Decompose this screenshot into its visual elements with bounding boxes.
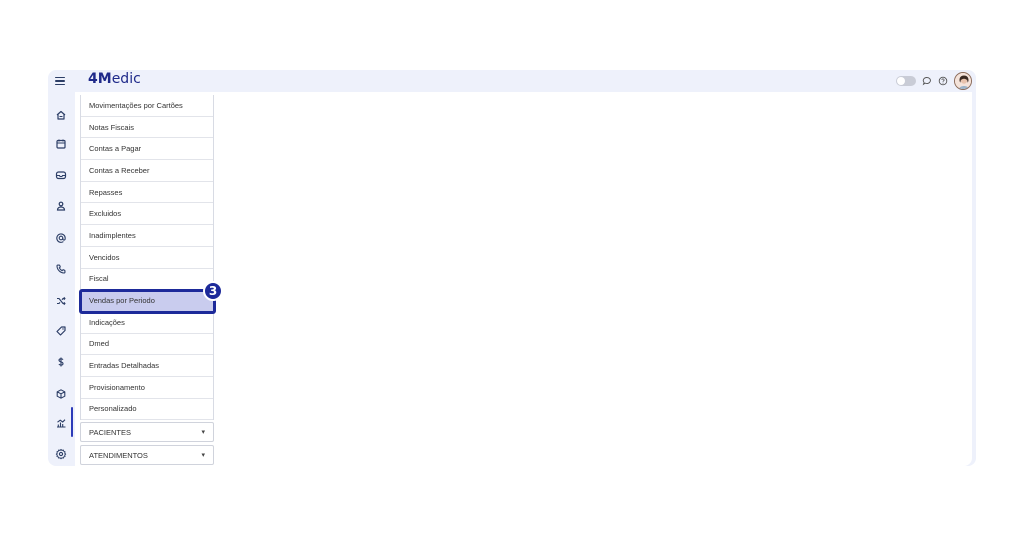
inbox-icon[interactable]	[54, 168, 68, 182]
submenu-item[interactable]: Personalizado	[81, 399, 213, 421]
dropdown-atendimentos[interactable]: ATENDIMENTOS ▾	[80, 445, 214, 465]
submenu-item[interactable]: Vencidos	[81, 247, 213, 269]
submenu-item[interactable]: Fiscal	[81, 269, 213, 291]
submenu-item[interactable]: Excluidos	[81, 203, 213, 226]
submenu-item[interactable]: Inadimplentes	[81, 225, 213, 247]
shuffle-icon[interactable]	[54, 294, 68, 308]
chat-icon[interactable]	[922, 76, 932, 86]
user-avatar[interactable]	[954, 72, 972, 90]
tag-icon[interactable]	[54, 324, 68, 338]
submenu-item[interactable]: Contas a Receber	[81, 160, 213, 182]
logo-prefix: 4M	[88, 71, 112, 87]
chart-icon[interactable]	[54, 416, 68, 430]
reports-submenu: Movimentações por Cartões Notas Fiscais …	[80, 95, 214, 421]
user-icon[interactable]	[54, 199, 68, 213]
home-icon[interactable]	[54, 108, 68, 122]
box-icon[interactable]	[54, 387, 68, 401]
gear-icon[interactable]	[54, 447, 68, 461]
submenu-item[interactable]: Entradas Detalhadas	[81, 355, 213, 377]
step-badge: 3	[203, 281, 223, 301]
submenu-item[interactable]: Movimentações por Cartões	[81, 95, 213, 117]
submenu-item[interactable]: Indicações	[81, 312, 213, 334]
submenu-item[interactable]: Dmed	[81, 334, 213, 356]
submenu-item-selected[interactable]: Vendas por Periodo	[81, 290, 213, 312]
dropdown-label: ATENDIMENTOS	[89, 450, 148, 460]
submenu-item[interactable]: Notas Fiscais	[81, 117, 213, 139]
logo-rest: edic	[111, 71, 141, 87]
top-right-controls	[896, 71, 972, 91]
chevron-down-icon: ▾	[201, 429, 205, 436]
active-indicator	[71, 407, 73, 437]
submenu-item[interactable]: Contas a Pagar	[81, 138, 213, 161]
at-icon[interactable]	[54, 231, 68, 245]
chevron-down-icon: ▾	[201, 452, 205, 459]
top-bar	[48, 70, 976, 92]
dropdown-pacientes[interactable]: PACIENTES ▾	[80, 422, 214, 442]
help-icon[interactable]	[938, 76, 948, 86]
app-logo[interactable]: 4Medic	[88, 70, 141, 88]
phone-icon[interactable]	[54, 262, 68, 276]
calendar-icon[interactable]	[54, 137, 68, 151]
dollar-icon[interactable]	[54, 355, 68, 369]
dropdown-label: PACIENTES	[89, 427, 131, 437]
hamburger-icon[interactable]	[53, 74, 67, 88]
submenu-item[interactable]: Repasses	[81, 182, 213, 204]
theme-toggle[interactable]	[896, 76, 916, 86]
submenu-item[interactable]: Provisionamento	[81, 377, 213, 399]
